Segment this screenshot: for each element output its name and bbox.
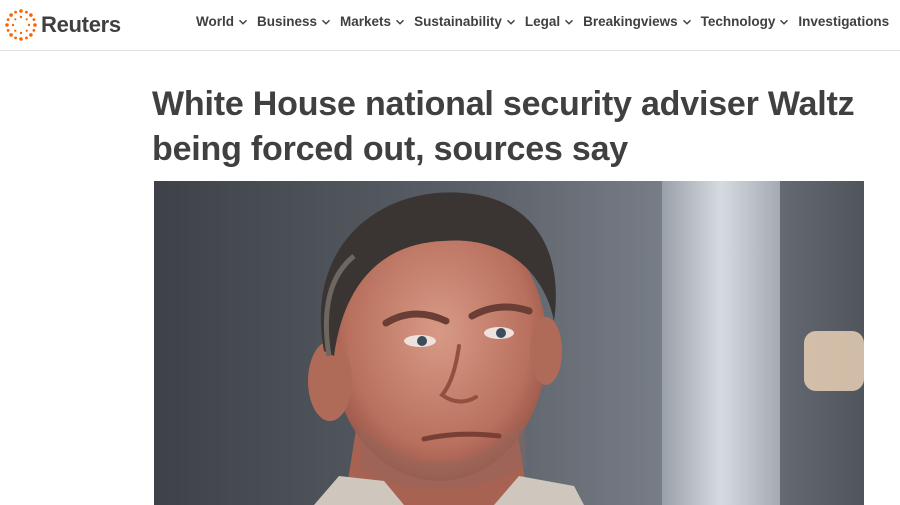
nav-label: Technology <box>700 14 776 29</box>
nav-label: World <box>196 14 234 29</box>
hero-image <box>154 181 864 505</box>
nav-item-technology[interactable]: Technology <box>701 14 790 29</box>
chevron-down-icon <box>322 19 331 25</box>
site-header: Reuters World Business Markets Sustainab… <box>0 0 900 51</box>
nav-label: Business <box>257 14 318 29</box>
nav-item-investigations[interactable]: Investigations <box>798 14 889 29</box>
brand-name: Reuters <box>41 12 121 37</box>
chevron-down-icon <box>682 19 691 25</box>
nav-label: Breakingviews <box>583 14 678 29</box>
chevron-down-icon <box>780 19 789 25</box>
reuters-logo[interactable]: Reuters <box>4 8 121 42</box>
portrait-photo <box>154 181 864 505</box>
nav-item-world[interactable]: World <box>196 14 248 29</box>
chevron-down-icon <box>396 19 405 25</box>
nav-label: Investigations <box>798 14 890 29</box>
nav-label: Sustainability <box>414 14 502 29</box>
nav-label: Markets <box>340 14 392 29</box>
reuters-logo-icon <box>5 9 37 41</box>
article-headline: White House national security adviser Wa… <box>152 85 855 168</box>
chevron-down-icon <box>238 19 248 25</box>
main-nav: World Business Markets Sustainability Le… <box>196 14 898 29</box>
nav-item-legal[interactable]: Legal <box>525 14 574 29</box>
chevron-down-icon <box>506 19 515 25</box>
nav-item-breakingviews[interactable]: Breakingviews <box>583 14 692 29</box>
nav-label: Legal <box>524 14 561 29</box>
nav-item-business[interactable]: Business <box>257 14 331 29</box>
nav-item-markets[interactable]: Markets <box>340 14 405 29</box>
nav-item-sustainability[interactable]: Sustainability <box>414 14 516 29</box>
chevron-down-icon <box>565 19 574 25</box>
